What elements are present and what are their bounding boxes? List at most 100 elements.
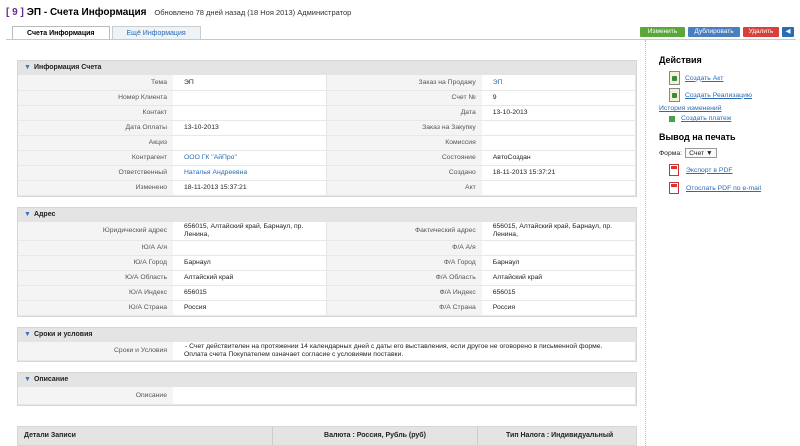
field-value	[173, 386, 636, 405]
actions-heading: Действия	[659, 55, 702, 65]
sales-order-link[interactable]: ЭП	[481, 75, 636, 91]
table-row: Номер Клиента Счет № 9	[18, 90, 636, 106]
export-pdf-link[interactable]: Экспорт в PDF	[669, 164, 799, 176]
history-link[interactable]: История изменений	[659, 105, 799, 112]
currency-label: Валюта : Россия, Рубль (руб)	[273, 427, 478, 445]
table-row: Ответственный Наталья Андреевна Создано …	[18, 165, 636, 181]
field-value: Алтайский край	[481, 270, 636, 286]
invoice-info-panel: ▼ Информация Счета Тема ЭП Заказ на Прод…	[17, 60, 637, 197]
sidebar-divider	[645, 40, 646, 446]
record-number: [ 9 ]	[6, 7, 24, 18]
field-value: 656015, Алтайский край, Барнаул, пр. Лен…	[481, 221, 636, 241]
address-header[interactable]: ▼ Адрес	[18, 207, 636, 222]
main-content: ▼ Информация Счета Тема ЭП Заказ на Прод…	[17, 60, 637, 416]
field-value: Россия	[173, 300, 328, 316]
create-payment-label[interactable]: Создать платеж	[681, 115, 731, 122]
contractor-link[interactable]: ООО ГК "АйПро"	[173, 150, 328, 166]
sidebar: Действия Создать Акт Создать Реализацию …	[659, 55, 799, 194]
description-table: Описание	[18, 386, 636, 405]
table-row: Акциз Комиссия	[18, 135, 636, 151]
field-value: 9	[481, 90, 636, 106]
terms-panel: ▼ Сроки и условия Сроки и Условия - Счет…	[17, 326, 637, 362]
field-label: Ответственный	[18, 165, 173, 181]
field-label: Ф/А А/я	[326, 240, 482, 256]
chevron-down-icon: ▼	[24, 210, 31, 218]
send-pdf-link[interactable]: Отослать PDF по e-mail	[669, 182, 799, 194]
invoice-info-table: Тема ЭП Заказ на Продажу ЭП Номер Клиент…	[18, 75, 636, 196]
owner-link[interactable]: Наталья Андреевна	[173, 165, 328, 181]
pdf-icon	[669, 164, 679, 176]
field-label: Ф/А Индекс	[326, 285, 482, 301]
create-payment-link[interactable]: Создать платеж	[669, 115, 799, 122]
field-label: Сроки и Условия	[18, 341, 173, 361]
back-arrow-icon[interactable]: ◀	[782, 27, 794, 37]
field-label: Контрагент	[18, 150, 173, 166]
field-label: Номер Клиента	[18, 90, 173, 106]
field-value: 656015	[173, 285, 328, 301]
page-title: ЭП - Счета Информация	[26, 7, 147, 18]
description-header[interactable]: ▼ Описание	[18, 372, 636, 387]
field-label: Ф/А Страна	[326, 300, 482, 316]
table-row: Контакт Дата 13-10-2013	[18, 105, 636, 121]
field-value	[481, 240, 636, 256]
tab-more-info[interactable]: Ещё Информация	[111, 26, 201, 40]
table-row: Ю/А Область Алтайский край Ф/А Область А…	[18, 270, 636, 286]
duplicate-button[interactable]: Дублировать	[688, 27, 740, 37]
field-value: Барнаул	[173, 255, 328, 271]
field-label: Создано	[326, 165, 482, 181]
table-row: Ю/А А/я Ф/А А/я	[18, 240, 636, 256]
panel-title: Адрес	[33, 210, 56, 218]
updated-meta: Обновлено 78 дней назад (18 Ноя 2013) Ад…	[154, 8, 352, 17]
field-value: 18-11-2013 15:37:21	[481, 165, 636, 181]
delete-button[interactable]: Удалить	[743, 27, 779, 37]
edit-button[interactable]: Изменить	[640, 27, 685, 37]
details-spacer	[173, 427, 273, 445]
table-row: Ю/А Индекс 656015 Ф/А Индекс 656015	[18, 285, 636, 301]
field-value: Россия	[481, 300, 636, 316]
address-panel: ▼ Адрес Юридический адрес 656015, Алтайс…	[17, 206, 637, 317]
create-sale-link[interactable]: Создать Реализацию	[659, 88, 799, 102]
form-select[interactable]: Счет ▼	[685, 148, 717, 158]
field-label: Ю/А Страна	[18, 300, 173, 316]
description-panel: ▼ Описание Описание	[17, 371, 637, 406]
invoice-info-header[interactable]: ▼ Информация Счета	[18, 61, 636, 75]
export-pdf-label[interactable]: Экспорт в PDF	[686, 167, 733, 174]
field-label: Акциз	[18, 135, 173, 151]
record-details-bar: Детали Записи Валюта : Россия, Рубль (ру…	[17, 426, 637, 446]
field-value: Алтайский край	[173, 270, 328, 286]
terms-table: Сроки и Условия - Счет действителен на п…	[18, 341, 636, 361]
field-value: Барнаул	[481, 255, 636, 271]
create-act-label[interactable]: Создать Акт	[685, 75, 723, 82]
print-form-row: Форма: Счет ▼	[659, 148, 799, 158]
print-heading: Вывод на печать	[659, 132, 736, 142]
field-value: 18-11-2013 15:37:21	[173, 180, 328, 196]
field-label: Ф/А Город	[326, 255, 482, 271]
create-act-link[interactable]: Создать Акт	[659, 71, 799, 85]
table-row: Тема ЭП Заказ на Продажу ЭП	[18, 75, 636, 91]
action-buttons: Изменить Дублировать Удалить ◀	[640, 27, 794, 37]
pdf-icon	[669, 182, 679, 194]
field-label: Ю/А Город	[18, 255, 173, 271]
create-sale-label[interactable]: Создать Реализацию	[685, 92, 752, 99]
terms-header[interactable]: ▼ Сроки и условия	[18, 327, 636, 342]
field-value	[173, 135, 328, 151]
table-row: Дата Оплаты 13-10-2013 Заказ на Закупку	[18, 120, 636, 136]
field-label: Состояние	[326, 150, 482, 166]
field-label: Дата	[326, 105, 482, 121]
form-label: Форма:	[659, 149, 683, 157]
tax-type-label: Тип Налога : Индивидуальный	[506, 432, 614, 439]
chevron-down-icon: ▼	[24, 330, 31, 338]
table-row: Изменено 18-11-2013 15:37:21 Акт	[18, 180, 636, 196]
field-label: Ю/А Область	[18, 270, 173, 286]
field-label: Юридический адрес	[18, 221, 173, 241]
field-label: Ю/А А/я	[18, 240, 173, 256]
field-label: Изменено	[18, 180, 173, 196]
field-label: Тема	[18, 75, 173, 91]
payment-icon	[669, 115, 675, 122]
tab-invoice-info[interactable]: Счета Информация	[12, 26, 110, 40]
send-pdf-label[interactable]: Отослать PDF по e-mail	[686, 185, 761, 192]
tab-bar: Счета Информация Ещё Информация	[12, 26, 203, 40]
panel-title: Описание	[33, 375, 69, 383]
field-value: ЭП	[173, 75, 328, 91]
field-value: 13-10-2013	[481, 105, 636, 121]
